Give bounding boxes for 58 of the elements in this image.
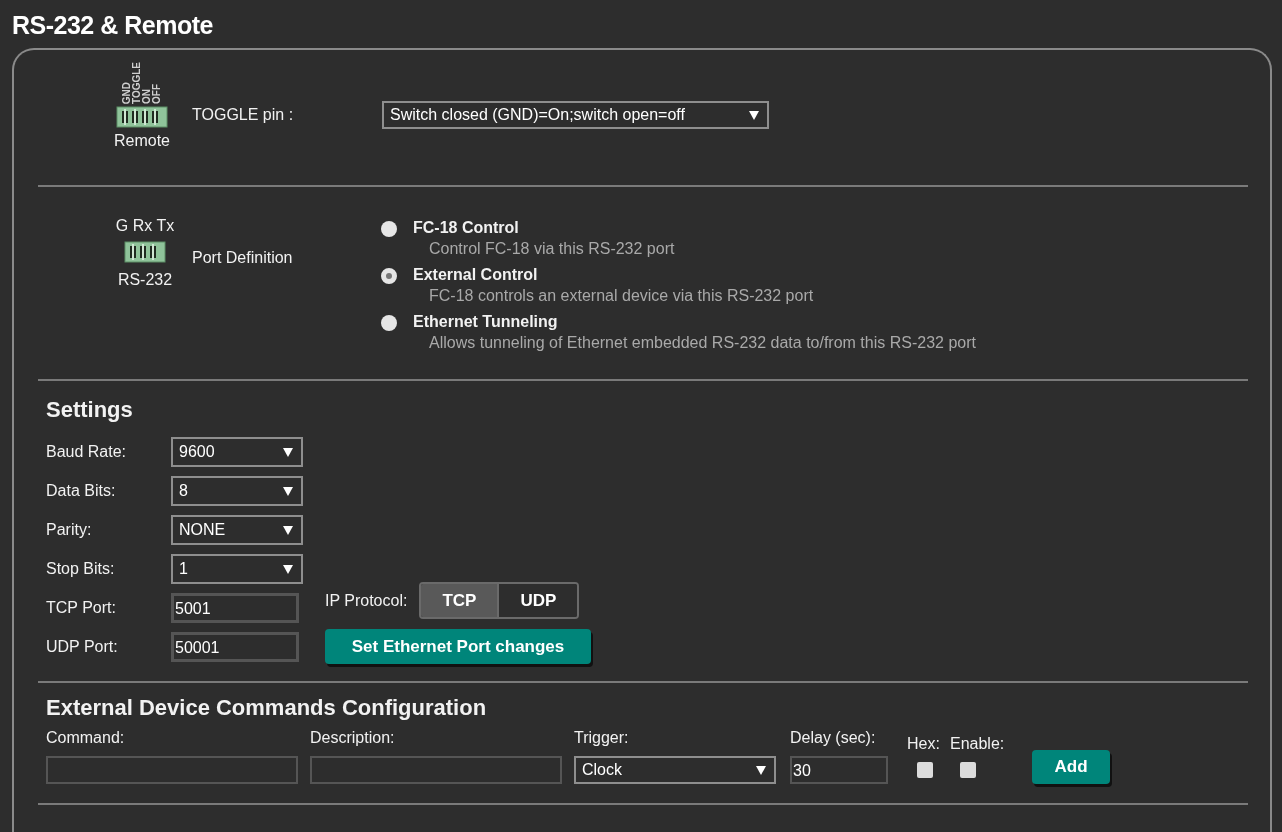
column-label: Hex: [907,735,940,753]
dropdown[interactable]: Clock [574,756,776,784]
field-label: TOGGLE pin : [192,106,295,124]
caret-icon [283,564,293,574]
column-label: Enable: [950,735,1005,753]
caret-icon [749,110,759,120]
section-heading: Settings [46,397,133,423]
caret-icon [756,765,766,775]
connector-label: RS-232 [117,271,173,289]
field-label: Baud Rate: [46,443,128,461]
column-label: Delay (sec): [790,729,877,747]
field-label: IP Protocol: [325,591,408,610]
dropdown[interactable]: 8 [171,476,303,506]
field-label: TCP Port: [46,599,117,617]
input-field[interactable]: 30 [790,756,888,784]
pin-label: ON [142,89,152,104]
pin-label: OFF [152,84,162,104]
field-label: Stop Bits: [46,560,116,578]
input-field[interactable] [46,756,298,784]
caret-icon [283,447,293,457]
option-label: Ethernet Tunneling [413,312,559,332]
radio-button[interactable] [381,268,397,284]
radio-button[interactable] [381,221,397,237]
toggle-button[interactable]: TCP [421,584,500,617]
checkbox[interactable] [960,762,976,778]
dropdown[interactable]: 9600 [171,437,303,467]
option-label: FC-18 Control [413,218,520,238]
connector-label: Remote [114,132,170,150]
field-label: Port Definition [192,249,294,267]
terminal-block-icon [116,106,168,128]
section-heading: External Device Commands Configuration [46,695,487,721]
apply-button[interactable]: Set Ethernet Port changes [325,629,591,664]
field-label: UDP Port: [46,638,119,656]
add-button[interactable]: Add [1032,750,1110,784]
dropdown[interactable]: Switch closed (GND)=On;switch open=off [382,101,769,129]
caret-icon [283,486,293,496]
option-description: Control FC-18 via this RS-232 port [428,239,675,259]
column-label: Trigger: [574,729,630,747]
checkbox[interactable] [917,762,933,778]
pin-label: TOGGLE [132,61,142,104]
option-description: Allows tunneling of Ethernet embedded RS-232 data to/from this RS-232 port [428,333,976,353]
option-description: FC-18 controls an external device via this RS-232 port [428,286,814,306]
radio-button[interactable] [381,315,397,331]
field-label: Parity: [46,521,93,539]
column-label: Command: [46,729,126,747]
option-label: External Control [413,265,539,285]
column-label: Description: [310,729,396,747]
page-title: RS-232 & Remote [12,10,214,40]
dropdown[interactable]: NONE [171,515,303,545]
input-field[interactable]: 5001 [171,593,299,623]
field-label: Data Bits: [46,482,117,500]
pin-label: GND [122,81,132,104]
dropdown[interactable]: 1 [171,554,303,584]
input-field[interactable]: 50001 [171,632,299,662]
terminal-block-icon [124,241,166,263]
pin-label: G Rx Tx [115,217,175,235]
caret-icon [283,525,293,535]
input-field[interactable] [310,756,562,784]
